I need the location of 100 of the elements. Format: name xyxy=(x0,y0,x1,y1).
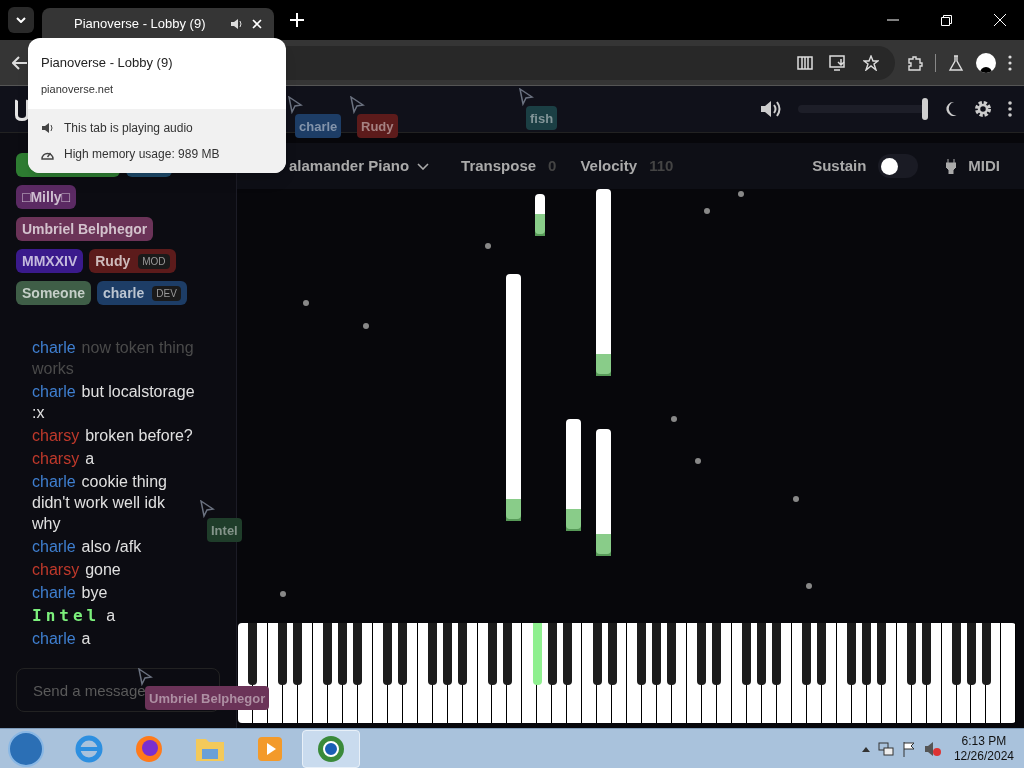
role-tag: DEV xyxy=(152,285,181,301)
flag-icon[interactable] xyxy=(901,740,916,757)
volume-slider[interactable] xyxy=(798,98,928,120)
user-badge[interactable]: MMXXIV xyxy=(16,249,84,273)
user-name: charle xyxy=(103,283,145,303)
flask-icon[interactable] xyxy=(948,54,964,71)
taskbar-app-button[interactable] xyxy=(302,729,360,768)
sharp-key[interactable] xyxy=(757,623,767,685)
star-icon[interactable] xyxy=(863,54,879,71)
sharp-key[interactable] xyxy=(323,623,333,685)
cursor-arrow-icon xyxy=(349,96,365,114)
sharp-key[interactable] xyxy=(487,623,497,685)
close-window-icon[interactable] xyxy=(994,14,1006,26)
user-badge[interactable]: □Milly□ xyxy=(16,185,77,209)
sustain-label: Sustain xyxy=(812,155,867,176)
sharp-key[interactable] xyxy=(742,623,752,685)
new-tab-icon[interactable] xyxy=(290,13,304,27)
sharp-key[interactable] xyxy=(637,623,647,685)
cursor-arrow-icon xyxy=(287,96,303,114)
sharp-key[interactable] xyxy=(592,623,602,685)
sharp-key[interactable] xyxy=(906,623,916,685)
chat-message: charle a xyxy=(32,629,91,649)
install-app-icon[interactable] xyxy=(829,54,847,71)
settings-icon[interactable] xyxy=(974,100,992,118)
user-name: Umbriel Belphegor xyxy=(22,219,148,239)
piano-keys-icon[interactable] xyxy=(797,55,813,70)
sharp-key[interactable] xyxy=(772,623,782,685)
velocity-label: Velocity xyxy=(580,155,638,176)
chat-message: charsy gone xyxy=(32,560,121,580)
chevron-down-icon xyxy=(16,17,26,23)
sharp-key[interactable] xyxy=(442,623,452,685)
transpose-label: Transpose xyxy=(461,155,537,176)
sharp-key[interactable] xyxy=(802,623,812,685)
tab-title: Pianoverse - Lobby (9) xyxy=(74,15,207,34)
sharp-key[interactable] xyxy=(667,623,677,685)
start-button[interactable] xyxy=(8,730,44,767)
chat-message: Intel a xyxy=(32,605,116,626)
volume-icon[interactable] xyxy=(760,100,782,118)
instrument-selector[interactable]: alamander Piano xyxy=(289,154,430,178)
midi-button[interactable]: MIDI xyxy=(968,154,1000,178)
sharp-key[interactable] xyxy=(607,623,617,685)
sharp-key[interactable] xyxy=(921,623,931,685)
cursor-label: fish xyxy=(526,106,558,130)
user-name: Rudy xyxy=(95,251,131,271)
sharp-key[interactable] xyxy=(846,623,856,685)
cursor-label: Rudy xyxy=(357,114,398,138)
network-icon[interactable] xyxy=(877,740,894,757)
sharp-key[interactable] xyxy=(353,623,363,685)
sharp-key[interactable] xyxy=(951,623,961,685)
memory-note: High memory usage: 989 MB xyxy=(64,146,220,163)
tab-list-button[interactable] xyxy=(8,7,34,33)
sharp-key[interactable] xyxy=(652,623,662,685)
sharp-key[interactable] xyxy=(547,623,557,685)
user-badge[interactable]: Someone xyxy=(16,281,91,305)
user-badge[interactable]: charle DEV xyxy=(97,281,187,305)
user-badge[interactable]: Umbriel Belphegor xyxy=(16,217,154,241)
card-title: Pianoverse - Lobby (9) xyxy=(41,54,174,72)
sustain-toggle[interactable] xyxy=(878,154,919,178)
kebab-menu-icon[interactable] xyxy=(1008,54,1012,71)
chat-message: charle bye xyxy=(32,583,108,603)
sharp-key[interactable] xyxy=(502,623,512,685)
clock-time[interactable]: 6:13 PM xyxy=(961,733,1007,749)
back-arrow-icon[interactable] xyxy=(12,55,28,70)
sharp-key[interactable] xyxy=(278,623,288,685)
sharp-key[interactable] xyxy=(338,623,348,685)
puzzle-icon[interactable] xyxy=(907,54,923,71)
moon-icon[interactable] xyxy=(944,101,958,117)
sharp-key[interactable] xyxy=(712,623,722,685)
cursor-arrow-icon xyxy=(137,668,153,686)
chat-message: charsy a xyxy=(32,449,95,469)
close-icon[interactable] xyxy=(252,19,262,29)
globe-icon xyxy=(316,733,346,764)
card-url: pianoverse.net xyxy=(41,81,115,97)
sharp-key[interactable] xyxy=(861,623,871,685)
sharp-key[interactable] xyxy=(966,623,976,685)
restore-icon[interactable] xyxy=(941,14,952,26)
tray-arrow-icon[interactable] xyxy=(861,745,870,752)
sharp-key[interactable] xyxy=(876,623,886,685)
role-tag: MOD xyxy=(138,253,170,269)
cursor-arrow-icon xyxy=(199,500,215,518)
chat-message: charsy broken before? xyxy=(32,426,193,446)
sharp-key[interactable] xyxy=(383,623,393,685)
volume-thumb[interactable] xyxy=(922,98,928,120)
chevron-down-icon xyxy=(417,162,430,170)
user-badge[interactable]: Rudy MOD xyxy=(89,249,176,273)
kebab-menu-icon[interactable] xyxy=(1008,101,1012,117)
profile-avatar[interactable] xyxy=(976,52,996,73)
sharp-key[interactable] xyxy=(562,623,572,685)
sharp-key[interactable] xyxy=(457,623,467,685)
browser-tab[interactable]: Pianoverse - Lobby (9) xyxy=(42,8,274,40)
user-name: □Milly□ xyxy=(22,187,71,207)
sharp-key[interactable] xyxy=(293,623,303,685)
sharp-key[interactable] xyxy=(248,623,258,685)
plug-icon xyxy=(946,158,957,174)
clock-date[interactable]: 12/26/2024 xyxy=(953,748,1014,764)
cursor-label: charle xyxy=(295,114,342,138)
sharp-key[interactable] xyxy=(398,623,408,685)
muted-speaker-icon[interactable] xyxy=(923,740,942,757)
sharp-key[interactable] xyxy=(981,623,991,685)
sharp-key[interactable] xyxy=(697,623,707,685)
